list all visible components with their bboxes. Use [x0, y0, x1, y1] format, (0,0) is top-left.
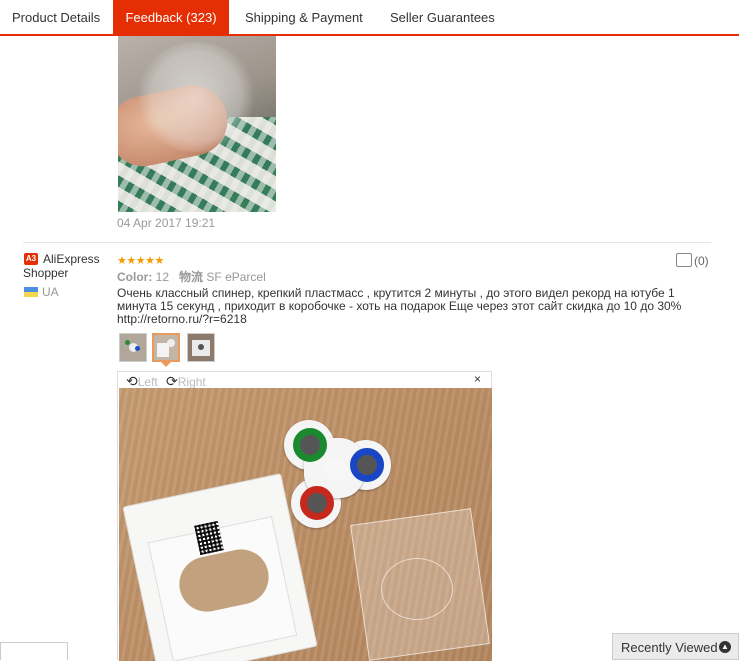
close-icon[interactable]: ×	[474, 372, 481, 386]
reviewer-block: AliExpress Shopper	[23, 252, 113, 280]
tab-product-details[interactable]: Product Details	[12, 0, 106, 34]
helpful-count: (0)	[694, 254, 709, 268]
previous-review-photo[interactable]	[118, 36, 276, 212]
review-thumbnail[interactable]	[119, 333, 147, 362]
review-meta: Color: 12 物流 SF eParcel	[117, 268, 266, 285]
color-value: 12	[155, 270, 170, 284]
review-thumbnail[interactable]	[187, 333, 215, 362]
star-rating: ★★★★★	[117, 255, 164, 267]
product-tabs: Product Details Feedback (323) Shipping …	[0, 0, 739, 36]
helpful-button[interactable]: (0)	[676, 253, 709, 268]
review-divider	[23, 242, 711, 243]
rotate-left-icon: ⟲	[126, 373, 138, 389]
tab-feedback[interactable]: Feedback (323)	[113, 0, 229, 36]
selected-thumbnail-caret	[161, 362, 171, 367]
recently-viewed-button[interactable]: Recently Viewed ▲	[612, 633, 739, 660]
recently-viewed-label: Recently Viewed	[621, 640, 718, 655]
review-text: Очень классный спинер, крепкий пластмасс…	[117, 286, 682, 326]
tab-shipping-payment[interactable]: Shipping & Payment	[245, 0, 365, 34]
tab-seller-guarantees[interactable]: Seller Guarantees	[390, 0, 500, 34]
review-thumbnail-selected[interactable]	[152, 333, 180, 362]
rotate-right-icon: ⟳	[166, 373, 178, 389]
left-edge-panel	[0, 642, 68, 660]
chevron-up-icon: ▲	[719, 641, 731, 653]
shipping-label: 物流	[179, 270, 204, 284]
review-photo-large	[119, 388, 492, 661]
image-viewer: ⟲Left ⟳Right ×	[117, 371, 492, 661]
review-date: 04 Apr 2017 19:21	[117, 216, 216, 230]
thumbs-up-icon	[676, 253, 692, 267]
viewer-toolbar: ⟲Left ⟳Right ×	[118, 372, 491, 389]
reviewer-country: UA	[42, 285, 59, 299]
color-label: Color:	[117, 270, 153, 284]
reviewer-name: AliExpress Shopper	[23, 252, 100, 280]
country-flag-icon	[24, 287, 38, 297]
shipping-value: SF eParcel	[206, 270, 266, 284]
